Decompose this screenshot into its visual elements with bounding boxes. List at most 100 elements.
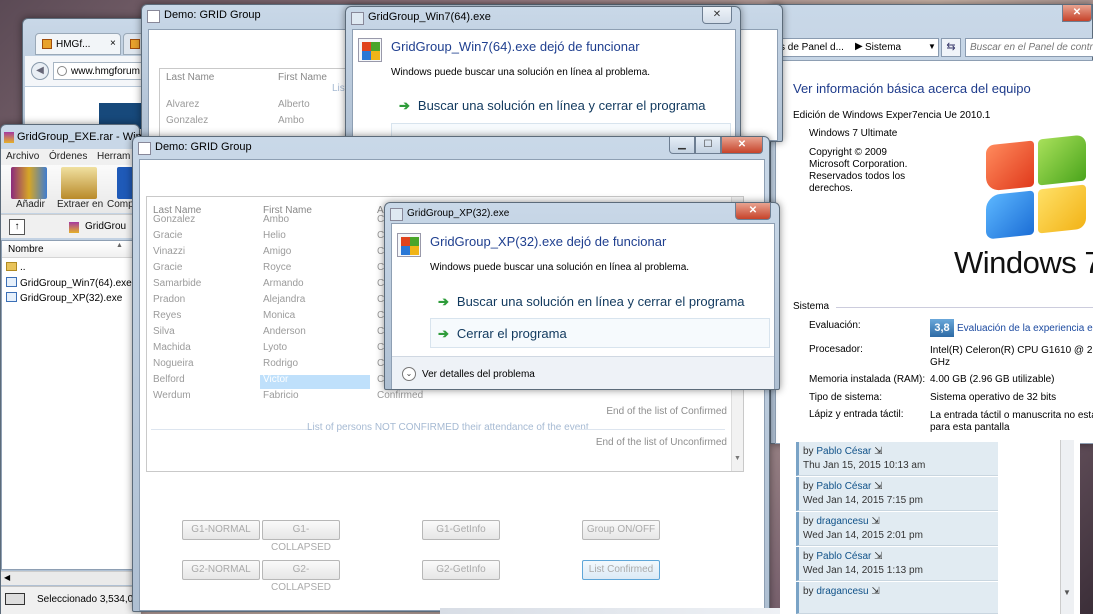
menu-herramientas[interactable]: Herram: [97, 151, 130, 162]
forum-scrollbar[interactable]: ▼: [1060, 440, 1074, 614]
edition-label: Edición de Windows Exper7encia Ue 2010.1: [793, 110, 991, 121]
post-by: by: [803, 551, 814, 562]
cell-last: Gracie: [153, 262, 183, 273]
search-solution-option[interactable]: ➔ Buscar una solución en línea y cerrar e…: [438, 294, 745, 310]
forum-post[interactable]: by Pablo César ⇲ Wed Jan 14, 2015 1:13 p…: [796, 547, 998, 581]
exe-file-icon: [6, 277, 17, 287]
view-post-icon[interactable]: ⇲: [874, 446, 882, 457]
post-author-link[interactable]: Pablo César: [816, 446, 871, 457]
view-post-icon[interactable]: ⇲: [871, 586, 879, 597]
cell-first: Monica: [263, 310, 296, 321]
cp-address-bar[interactable]: s de Panel d... ▶ Sistema ▼: [775, 38, 939, 57]
view-post-icon[interactable]: ⇲: [874, 481, 882, 492]
toolbar-add-label[interactable]: Añadir: [16, 199, 45, 210]
winrar-hscroll[interactable]: ◀: [1, 571, 141, 585]
file-xp[interactable]: GridGroup_XP(32).exe: [6, 292, 122, 304]
cell-last: Reyes: [153, 310, 182, 321]
file-name: ..: [20, 262, 26, 273]
forum-post[interactable]: by dragancesu ⇲: [796, 582, 998, 614]
expand-details-icon[interactable]: ⌄: [402, 367, 416, 381]
cell-last: Gonzalez: [166, 115, 209, 126]
cell-first: Rodrigo: [263, 358, 299, 369]
close-tab-icon[interactable]: ×: [110, 38, 116, 49]
rating-score-icon[interactable]: 3,8: [930, 319, 954, 337]
window-title: Demo: GRID Group: [164, 9, 261, 21]
scroll-down-icon[interactable]: ▼: [1063, 588, 1071, 597]
system-header: Sistema: [793, 301, 830, 312]
option-label: Buscar una solución en línea y cerrar el…: [456, 294, 745, 309]
menu-archivo[interactable]: Archivo: [6, 151, 39, 162]
menu-ordenes[interactable]: Órdenes: [49, 151, 87, 162]
group-onoff-button[interactable]: Group ON/OFF: [582, 520, 660, 540]
g1-normal-button[interactable]: G1-NORMAL: [182, 520, 260, 540]
winrar-pathbar: ↑ GridGrou: [1, 214, 141, 238]
file-parent[interactable]: ..: [6, 262, 26, 273]
post-by: by: [803, 516, 814, 527]
status-text: Seleccionado 3,534,07: [37, 594, 139, 605]
g1-collapsed-button[interactable]: G1-COLLAPSED: [262, 520, 340, 553]
end-confirmed-label: End of the list of Confirmed: [606, 406, 727, 417]
cell-first: Anderson: [263, 326, 306, 337]
header-first-name[interactable]: First Name: [278, 72, 327, 83]
scroll-down-icon[interactable]: ▼: [734, 455, 741, 462]
back-icon[interactable]: ◀: [31, 62, 49, 80]
cp-breadcrumb-system[interactable]: Sistema: [865, 42, 901, 53]
add-archive-icon[interactable]: [11, 167, 47, 199]
details-link[interactable]: Ver detalles del problema: [422, 369, 535, 380]
list-confirmed-button[interactable]: List Confirmed: [582, 560, 660, 580]
close-button[interactable]: ✕: [721, 137, 763, 154]
dialog-title: GridGroup_Win7(64).exe: [368, 11, 491, 23]
cell-status: Confirmed: [377, 390, 424, 401]
g2-normal-button[interactable]: G2-NORMAL: [182, 560, 260, 580]
browser-tab[interactable]: HMGf... ×: [35, 33, 121, 55]
cp-search-input[interactable]: Buscar en el Panel de control: [965, 38, 1093, 57]
forum-post[interactable]: by Pablo César ⇲ Thu Jan 15, 2015 10:13 …: [796, 442, 998, 476]
post-author-link[interactable]: dragancesu: [816, 516, 868, 527]
up-folder-icon[interactable]: ↑: [9, 219, 25, 235]
post-author-link[interactable]: Pablo César: [816, 481, 871, 492]
post-author-link[interactable]: Pablo César: [816, 551, 871, 562]
cell-first: Alejandra: [263, 294, 306, 305]
scroll-left-icon[interactable]: ◀: [4, 573, 10, 582]
view-post-icon[interactable]: ⇲: [874, 551, 882, 562]
refresh-button[interactable]: ⇆: [941, 38, 961, 57]
forum-post[interactable]: by dragancesu ⇲ Wed Jan 14, 2015 2:01 pm: [796, 512, 998, 546]
control-panel-window: ✕ s de Panel d... ▶ Sistema ▼ ⇆ Buscar e…: [770, 4, 1093, 444]
view-post-icon[interactable]: ⇲: [871, 516, 879, 527]
dialog-footer: ⌄ Ver detalles del problema: [392, 356, 774, 389]
post-author-link[interactable]: dragancesu: [816, 586, 868, 597]
header-last-name[interactable]: Last Name: [166, 72, 214, 83]
minimize-button[interactable]: ▁: [669, 137, 695, 154]
error-xp-content: GridGroup_XP(32).exe dejó de funcionar W…: [391, 223, 775, 389]
cell-last: Gonzalez: [153, 214, 196, 225]
folder-icon: [6, 262, 17, 271]
extract-icon[interactable]: [61, 167, 97, 199]
table-row[interactable]: Werdum Fabricio Confirmed: [147, 388, 743, 404]
close-button[interactable]: ✕: [702, 7, 732, 24]
close-button[interactable]: ✕: [735, 203, 771, 220]
close-button[interactable]: ✕: [1062, 5, 1092, 22]
g2-getinfo-button[interactable]: G2-GetInfo: [422, 560, 500, 580]
toolbar-extract-label[interactable]: Extraer en: [57, 199, 103, 210]
column-header-name[interactable]: Nombre ▲: [2, 241, 140, 258]
file-win7[interactable]: GridGroup_Win7(64).exe: [6, 277, 132, 289]
cell-first: Fabricio: [263, 390, 299, 401]
favicon-icon: [42, 39, 52, 49]
cp-breadcrumb[interactable]: s de Panel d...: [780, 42, 844, 53]
app-icon: [390, 208, 403, 221]
winrar-statusbar: Seleccionado 3,534,07: [1, 586, 141, 614]
chevron-down-icon[interactable]: ▼: [928, 42, 936, 51]
toolbar-comp-label[interactable]: Comp: [107, 199, 134, 210]
copyright-3: Reservados todos los: [809, 171, 906, 182]
rating-link[interactable]: Evaluación de la experiencia en W: [957, 323, 1093, 334]
search-solution-option[interactable]: ➔ Buscar una solución en línea y cerrar e…: [399, 98, 706, 114]
separator-line: [151, 429, 311, 430]
maximize-button[interactable]: ☐: [695, 137, 721, 154]
app-icon: [351, 12, 364, 25]
close-program-option[interactable]: ➔ Cerrar el programa: [438, 326, 567, 342]
g2-collapsed-button[interactable]: G2-COLLAPSED: [262, 560, 340, 593]
forum-post[interactable]: by Pablo César ⇲ Wed Jan 14, 2015 7:15 p…: [796, 477, 998, 511]
g1-getinfo-button[interactable]: G1-GetInfo: [422, 520, 500, 540]
cell-last: Alvarez: [166, 99, 200, 110]
error-headline: GridGroup_Win7(64).exe dejó de funcionar: [391, 39, 640, 54]
